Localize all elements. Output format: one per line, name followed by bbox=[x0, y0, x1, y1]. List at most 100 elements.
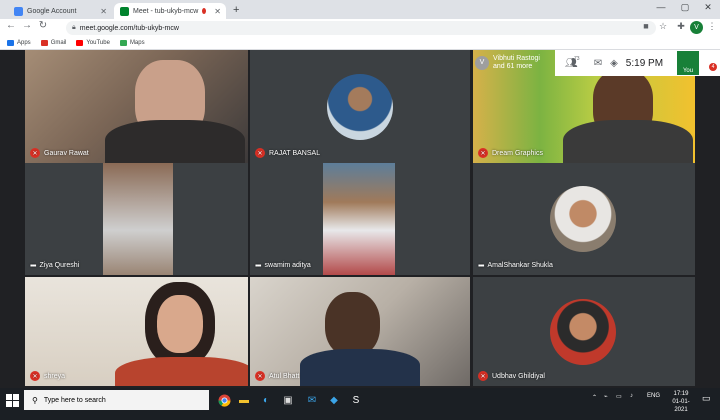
self-view-tile[interactable]: You bbox=[677, 51, 700, 75]
action-center-icon[interactable]: ▭ bbox=[702, 393, 711, 404]
lock-icon: 🔒︎ bbox=[72, 24, 76, 31]
bookmark-youtube[interactable]: YouTube bbox=[76, 40, 110, 46]
bookmark-label: YouTube bbox=[86, 40, 110, 46]
participant-tile[interactable]: ✕ Gaurav Rawat bbox=[25, 50, 248, 163]
close-window-icon[interactable]: ✕ bbox=[697, 2, 719, 13]
bookmark-apps[interactable]: Apps bbox=[7, 40, 31, 46]
mic-off-icon: ✕ bbox=[478, 148, 488, 158]
mic-off-icon: ✕ bbox=[255, 148, 265, 158]
search-placeholder: Type here to search bbox=[43, 396, 106, 404]
close-tab-icon[interactable]: ✕ bbox=[100, 7, 107, 16]
presenter-chip[interactable]: V Vibhuti Rastogi and 61 more bbox=[475, 53, 565, 73]
audio-level-icon: ▪▪▪ bbox=[478, 261, 484, 270]
participant-avatar bbox=[327, 74, 393, 140]
participant-tile[interactable]: ▪▪▪ AmalShankar Shukla bbox=[473, 163, 695, 275]
participant-name: RAJAT BANSAL bbox=[269, 149, 321, 157]
taskbar-clock[interactable]: 17:19 01-01-2021 bbox=[666, 390, 696, 414]
participant-avatar bbox=[550, 186, 616, 252]
participant-name: Ziya Qureshi bbox=[39, 262, 80, 269]
tab-google-account[interactable]: Google Account ✕ bbox=[8, 3, 112, 19]
tray-volume-icon[interactable]: ♪ bbox=[630, 393, 633, 399]
tray-battery-icon[interactable]: ▭ bbox=[616, 393, 622, 400]
bookmarks-bar: Apps Gmail YouTube Maps bbox=[0, 37, 720, 50]
reload-icon[interactable]: ↻ bbox=[36, 20, 50, 31]
chat-icon[interactable]: ✉︎ bbox=[594, 58, 602, 69]
extensions-icon[interactable]: ✚ bbox=[675, 21, 687, 32]
participant-tile[interactable]: ▪▪▪ Ziya Qureshi bbox=[25, 163, 248, 275]
participant-name-label: ✕ shreya bbox=[30, 371, 65, 381]
participant-video-face bbox=[325, 292, 380, 357]
participant-name-label: ✕ Udbhav Ghildiyal bbox=[478, 371, 545, 381]
bookmark-star-icon[interactable]: ☆ bbox=[657, 21, 669, 32]
participant-name-label: ▪▪▪ AmalShankar Shukla bbox=[478, 261, 553, 270]
participant-name-label: ▪▪▪ Ziya Qureshi bbox=[30, 261, 79, 270]
search-icon: ⚲ bbox=[32, 395, 38, 405]
activities-icon[interactable]: ◈ bbox=[610, 58, 618, 69]
windows-start-icon[interactable] bbox=[6, 394, 20, 408]
dropbox-icon[interactable]: ◆ bbox=[326, 392, 342, 408]
apps-grid-icon bbox=[7, 40, 14, 46]
forward-arrow-icon[interactable]: → bbox=[20, 20, 34, 31]
recording-dot-icon bbox=[202, 8, 207, 14]
bookmark-label: Gmail bbox=[50, 40, 67, 46]
participant-tile[interactable]: ✕ Atul Bhatt bbox=[250, 277, 470, 386]
self-label: You bbox=[682, 68, 694, 74]
participant-tile[interactable]: ▪▪▪ swamim aditya bbox=[250, 163, 470, 275]
participants-icon[interactable]: 👥︎ 73 bbox=[565, 55, 580, 69]
presenter-more: and 61 more bbox=[493, 63, 533, 70]
tray-network-icon[interactable]: ⌁ bbox=[604, 393, 608, 400]
participant-name: swamim aditya bbox=[264, 262, 311, 269]
bookmark-gmail[interactable]: Gmail bbox=[40, 40, 67, 46]
back-arrow-icon[interactable]: ← bbox=[4, 20, 18, 31]
clock-date: 01-01-2021 bbox=[672, 399, 690, 413]
meet-top-bar: 👥︎ 73 ✉︎ ◈ 5:19 PM You bbox=[555, 50, 720, 76]
participant-video-feed bbox=[323, 163, 395, 275]
tray-chevron-icon[interactable]: ⌃ bbox=[592, 394, 597, 401]
meet-video-grid: ✕ Gaurav Rawat ✕ RAJAT BANSAL ✕ Dream Gr… bbox=[0, 50, 720, 386]
participant-tile[interactable]: ✕ RAJAT BANSAL bbox=[250, 50, 470, 163]
language-indicator[interactable]: ENG bbox=[647, 393, 660, 399]
participant-tile[interactable]: ✕ shreya bbox=[25, 277, 248, 386]
app-s-icon[interactable]: S bbox=[348, 392, 364, 408]
profile-avatar[interactable]: V bbox=[690, 21, 703, 34]
presenter-text: Vibhuti Rastogi and 61 more bbox=[493, 55, 540, 71]
notification-badge: 4 bbox=[709, 63, 717, 71]
mic-off-icon: ✕ bbox=[255, 371, 265, 381]
camera-in-use-icon[interactable]: ■ bbox=[640, 21, 652, 31]
chrome-app-icon[interactable] bbox=[216, 392, 232, 408]
gmail-icon bbox=[40, 40, 48, 46]
participant-name-label: ✕ Gaurav Rawat bbox=[30, 148, 89, 158]
participant-tile[interactable]: ✕ Udbhav Ghildiyal bbox=[473, 277, 695, 386]
participant-name: shreya bbox=[44, 372, 66, 380]
youtube-icon bbox=[76, 40, 84, 46]
participant-video-face bbox=[157, 295, 203, 353]
audio-level-icon: ▪▪▪ bbox=[30, 261, 36, 270]
new-tab-plus-icon[interactable]: + bbox=[233, 4, 239, 16]
bookmark-label: Apps bbox=[17, 40, 31, 46]
participants-count: 73 bbox=[574, 55, 580, 62]
presenter-avatar: V bbox=[475, 56, 489, 70]
clock-time: 17:19 bbox=[673, 391, 689, 397]
taskbar-search[interactable]: ⚲ Type here to search bbox=[24, 390, 209, 410]
participant-name-label: ▪▪▪ swamim aditya bbox=[255, 261, 311, 270]
edge-browser-icon[interactable]: ◐ bbox=[258, 392, 274, 408]
chrome-menu-icon[interactable]: ⋮ bbox=[706, 21, 718, 32]
participant-video-body bbox=[300, 349, 420, 386]
participant-video-body bbox=[563, 120, 693, 163]
audio-level-icon: ▪▪▪ bbox=[255, 261, 261, 270]
minimize-window-icon[interactable]: — bbox=[650, 2, 672, 12]
participant-name-label: ✕ Dream Graphics bbox=[478, 148, 543, 158]
meet-favicon-icon bbox=[120, 6, 129, 16]
close-tab-icon[interactable]: ✕ bbox=[214, 7, 221, 16]
address-bar[interactable]: 🔒︎ meet.google.com/tub-ukyb-mcw bbox=[66, 21, 656, 35]
tab-meet[interactable]: Meet - tub-ukyb-mcw ✕ bbox=[114, 3, 226, 19]
tab-label: Google Account bbox=[27, 7, 77, 15]
file-explorer-icon[interactable]: ▬ bbox=[236, 392, 252, 408]
store-icon[interactable]: ▣ bbox=[280, 392, 296, 408]
maximize-window-icon[interactable]: ▢ bbox=[674, 2, 696, 13]
bookmark-maps[interactable]: Maps bbox=[119, 40, 145, 46]
participant-name: Atul Bhatt bbox=[269, 372, 300, 380]
participant-name-label: ✕ Atul Bhatt bbox=[255, 371, 299, 381]
participant-name-label: ✕ RAJAT BANSAL bbox=[255, 148, 320, 158]
mail-icon[interactable]: ✉ bbox=[304, 392, 320, 408]
